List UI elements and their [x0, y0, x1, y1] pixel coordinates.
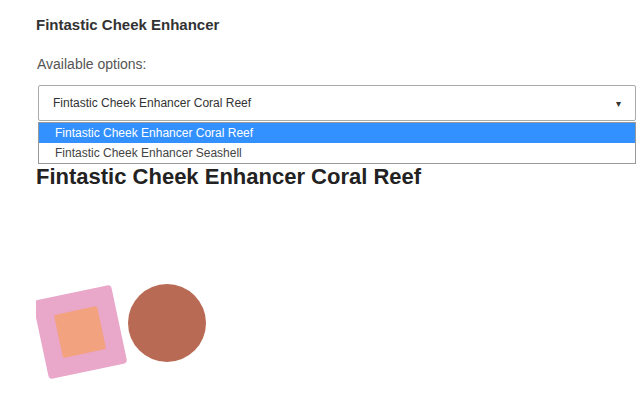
option-list: Fintastic Cheek Enhancer Coral ReefFinta… [38, 122, 636, 164]
option-item[interactable]: Fintastic Cheek Enhancer Seashell [39, 143, 635, 163]
blush-compact [36, 285, 127, 380]
select-arrow: ▾ [616, 96, 621, 111]
product-image [36, 262, 206, 392]
blush-powder [128, 284, 206, 362]
variant-heading: Fintastic Cheek Enhancer Coral Reef [36, 164, 636, 190]
option-item[interactable]: Fintastic Cheek Enhancer Coral Reef [39, 123, 635, 143]
option-select-wrapper: Fintastic Cheek Enhancer Coral Reef ▾Fint… [38, 85, 636, 121]
product-page: Fintastic Cheek Enhancer Available option… [0, 0, 641, 416]
product-title: Fintastic Cheek Enhancer [36, 15, 636, 35]
options-label: Available options: [36, 55, 636, 73]
select-value: Fintastic Cheek Enhancer Coral Reef [53, 94, 251, 112]
option-select[interactable]: Fintastic Cheek Enhancer Coral Reef ▾ [38, 85, 636, 121]
